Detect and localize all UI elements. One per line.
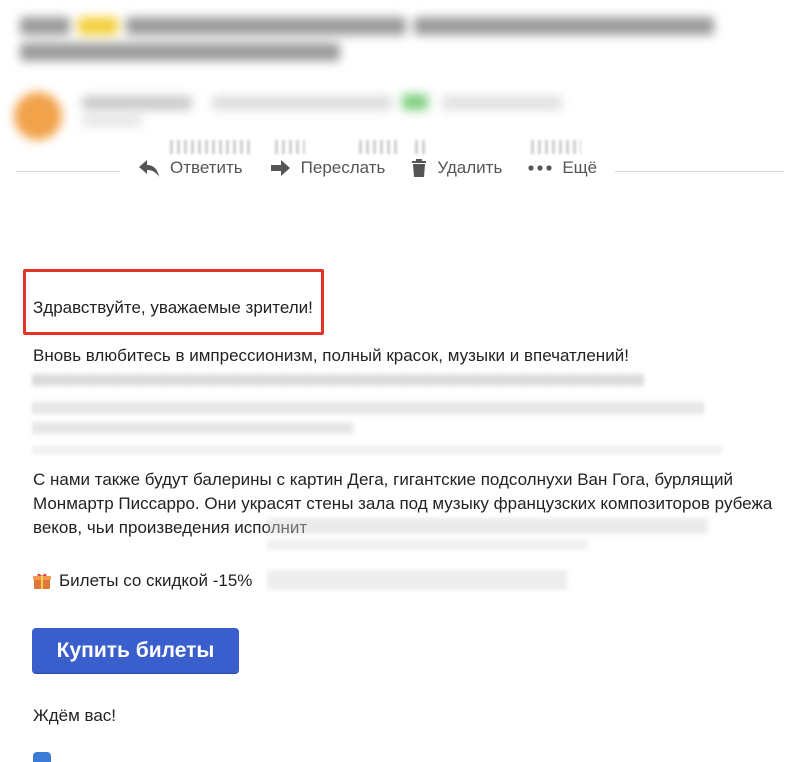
buy-tickets-button[interactable]: Купить билеты [32, 628, 239, 673]
reply-arrow-icon [139, 160, 159, 177]
tickets-line: Билеты со скидкой -15% [33, 571, 252, 591]
more-dots-icon [528, 165, 552, 171]
forward-arrow-icon [270, 160, 290, 176]
delete-button[interactable]: Удалить [411, 140, 582, 178]
reply-label: Ответить [170, 158, 243, 177]
signature-icon [33, 752, 51, 762]
more-button[interactable]: Ещё [528, 158, 597, 178]
reply-button[interactable]: Ответить [138, 140, 250, 178]
trash-icon [412, 159, 427, 177]
more-label: Ещё [562, 158, 598, 177]
sender-info [12, 86, 612, 140]
gift-icon [33, 573, 51, 589]
email-subject [20, 12, 740, 64]
delete-label: Удалить [437, 158, 503, 177]
email-toolbar: Ответить Переслать Удалить Ещё [120, 140, 616, 178]
avatar [14, 92, 62, 140]
greeting-text: Здравствуйте, уважаемые зрители! [33, 298, 313, 317]
tickets-text: Билеты со скидкой -15% [59, 571, 253, 590]
intro-text: Вновь влюбитесь в импрессионизм, полный … [33, 346, 629, 365]
forward-label: Переслать [300, 158, 386, 177]
forward-button[interactable]: Переслать [269, 140, 399, 178]
closing-text: Ждём вас! [33, 706, 116, 725]
